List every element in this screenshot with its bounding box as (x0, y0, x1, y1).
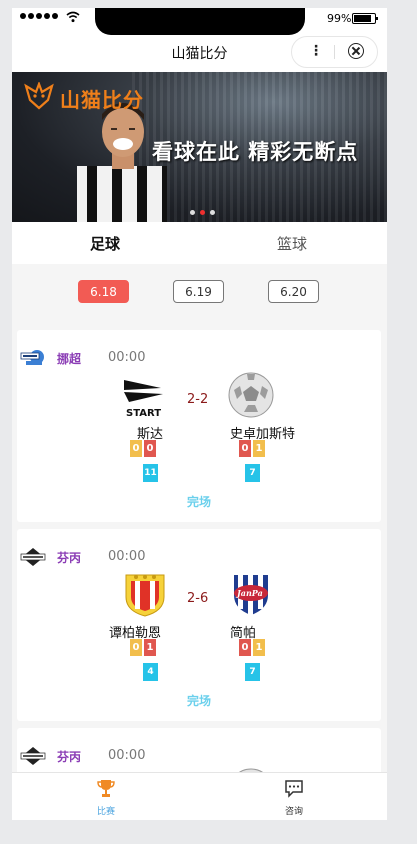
more-icon[interactable]: ⋮ (309, 43, 323, 59)
match-time: 00:00 (108, 748, 146, 763)
capsule-divider (334, 45, 335, 59)
match-status: 完场 (186, 694, 211, 708)
match-score: 2-6 (187, 591, 209, 606)
home-corner-count: 4 (143, 663, 158, 681)
sport-tabs: 足球 篮球 (12, 222, 387, 264)
chat-bubble-icon (285, 780, 303, 798)
yellow-card-count: 0 (130, 639, 142, 656)
home-card-counts: 0 1 (130, 639, 156, 656)
away-corner-count: 7 (245, 663, 260, 681)
home-team-logo-icon: START (124, 380, 163, 419)
tabbar-label: 比赛 (96, 807, 115, 817)
match-card[interactable]: 挪超 00:00 START 2-2 斯达 史卓加斯特 0 0 0 1 11 7… (17, 330, 381, 522)
red-card-count: 0 (239, 440, 251, 457)
phone-screen: 99% 山猫比分 ⋮ 山猫比分 看球在此 精彩无断点 足球 篮球 6.18 6.… (12, 8, 387, 820)
yellow-card-count: 1 (253, 440, 265, 457)
match-card[interactable]: 芬丙 00:00 (17, 728, 381, 776)
red-card-count: 0 (144, 440, 156, 457)
brand-logo-icon (24, 82, 54, 110)
trophy-icon (97, 780, 115, 797)
camera-notch (95, 8, 305, 35)
away-team-logo-icon: JanPa (234, 575, 268, 615)
nav-bar: 山猫比分 ⋮ (12, 35, 387, 71)
away-corner-count: 7 (245, 464, 260, 482)
league-name: 芬丙 (57, 750, 82, 764)
home-corner-count: 11 (143, 464, 158, 482)
match-time: 00:00 (108, 350, 146, 365)
tab-basketball[interactable]: 篮球 (277, 233, 307, 254)
tabbar-label: 咨询 (284, 807, 303, 817)
close-icon[interactable] (348, 43, 364, 59)
match-time: 00:00 (108, 549, 146, 564)
league-logo-icon (20, 747, 46, 765)
signal-icon (20, 13, 58, 19)
battery-icon (352, 13, 378, 24)
match-status: 完场 (186, 495, 211, 509)
tabbar-item-news[interactable]: 咨询 (274, 778, 314, 817)
svg-text:START: START (126, 408, 161, 419)
away-card-counts: 0 1 (239, 440, 265, 457)
date-button-2[interactable]: 6.19 (173, 280, 224, 303)
promo-banner[interactable]: 山猫比分 看球在此 精彩无断点 (12, 72, 387, 222)
svg-text:JanPa: JanPa (235, 588, 263, 598)
league-name: 挪超 (57, 352, 82, 366)
banner-slogan: 看球在此 精彩无断点 (152, 140, 359, 164)
yellow-card-count: 1 (253, 639, 265, 656)
date-button-3[interactable]: 6.20 (268, 280, 319, 303)
away-card-counts: 0 1 (239, 639, 265, 656)
match-card[interactable]: 芬丙 00:00 2-6 JanPa 谭柏勒恩 简帕 0 1 0 1 4 7 完… (17, 529, 381, 721)
match-score: 2-2 (187, 392, 209, 407)
league-logo-icon (20, 548, 46, 566)
tabbar-item-matches[interactable]: 比赛 (86, 778, 126, 817)
date-selector: 6.18 6.19 6.20 (12, 264, 387, 328)
carousel-dots[interactable] (190, 210, 215, 215)
wifi-icon (66, 11, 80, 23)
league-name: 芬丙 (57, 551, 82, 565)
away-team-logo-icon (228, 372, 274, 418)
brand-name: 山猫比分 (60, 88, 144, 112)
yellow-card-count: 0 (130, 440, 142, 457)
battery-percent: 99% (327, 12, 352, 25)
match-list: 挪超 00:00 START 2-2 斯达 史卓加斯特 0 0 0 1 11 7… (12, 328, 387, 776)
miniprogram-capsule: ⋮ (291, 36, 378, 68)
home-team-logo-icon (125, 574, 165, 617)
home-card-counts: 0 0 (130, 440, 156, 457)
bottom-tab-bar: 比赛 咨询 (12, 772, 387, 820)
date-button-1[interactable]: 6.18 (78, 280, 129, 303)
league-logo-icon (20, 350, 44, 365)
tab-football[interactable]: 足球 (90, 233, 120, 254)
red-card-count: 1 (144, 639, 156, 656)
red-card-count: 0 (239, 639, 251, 656)
